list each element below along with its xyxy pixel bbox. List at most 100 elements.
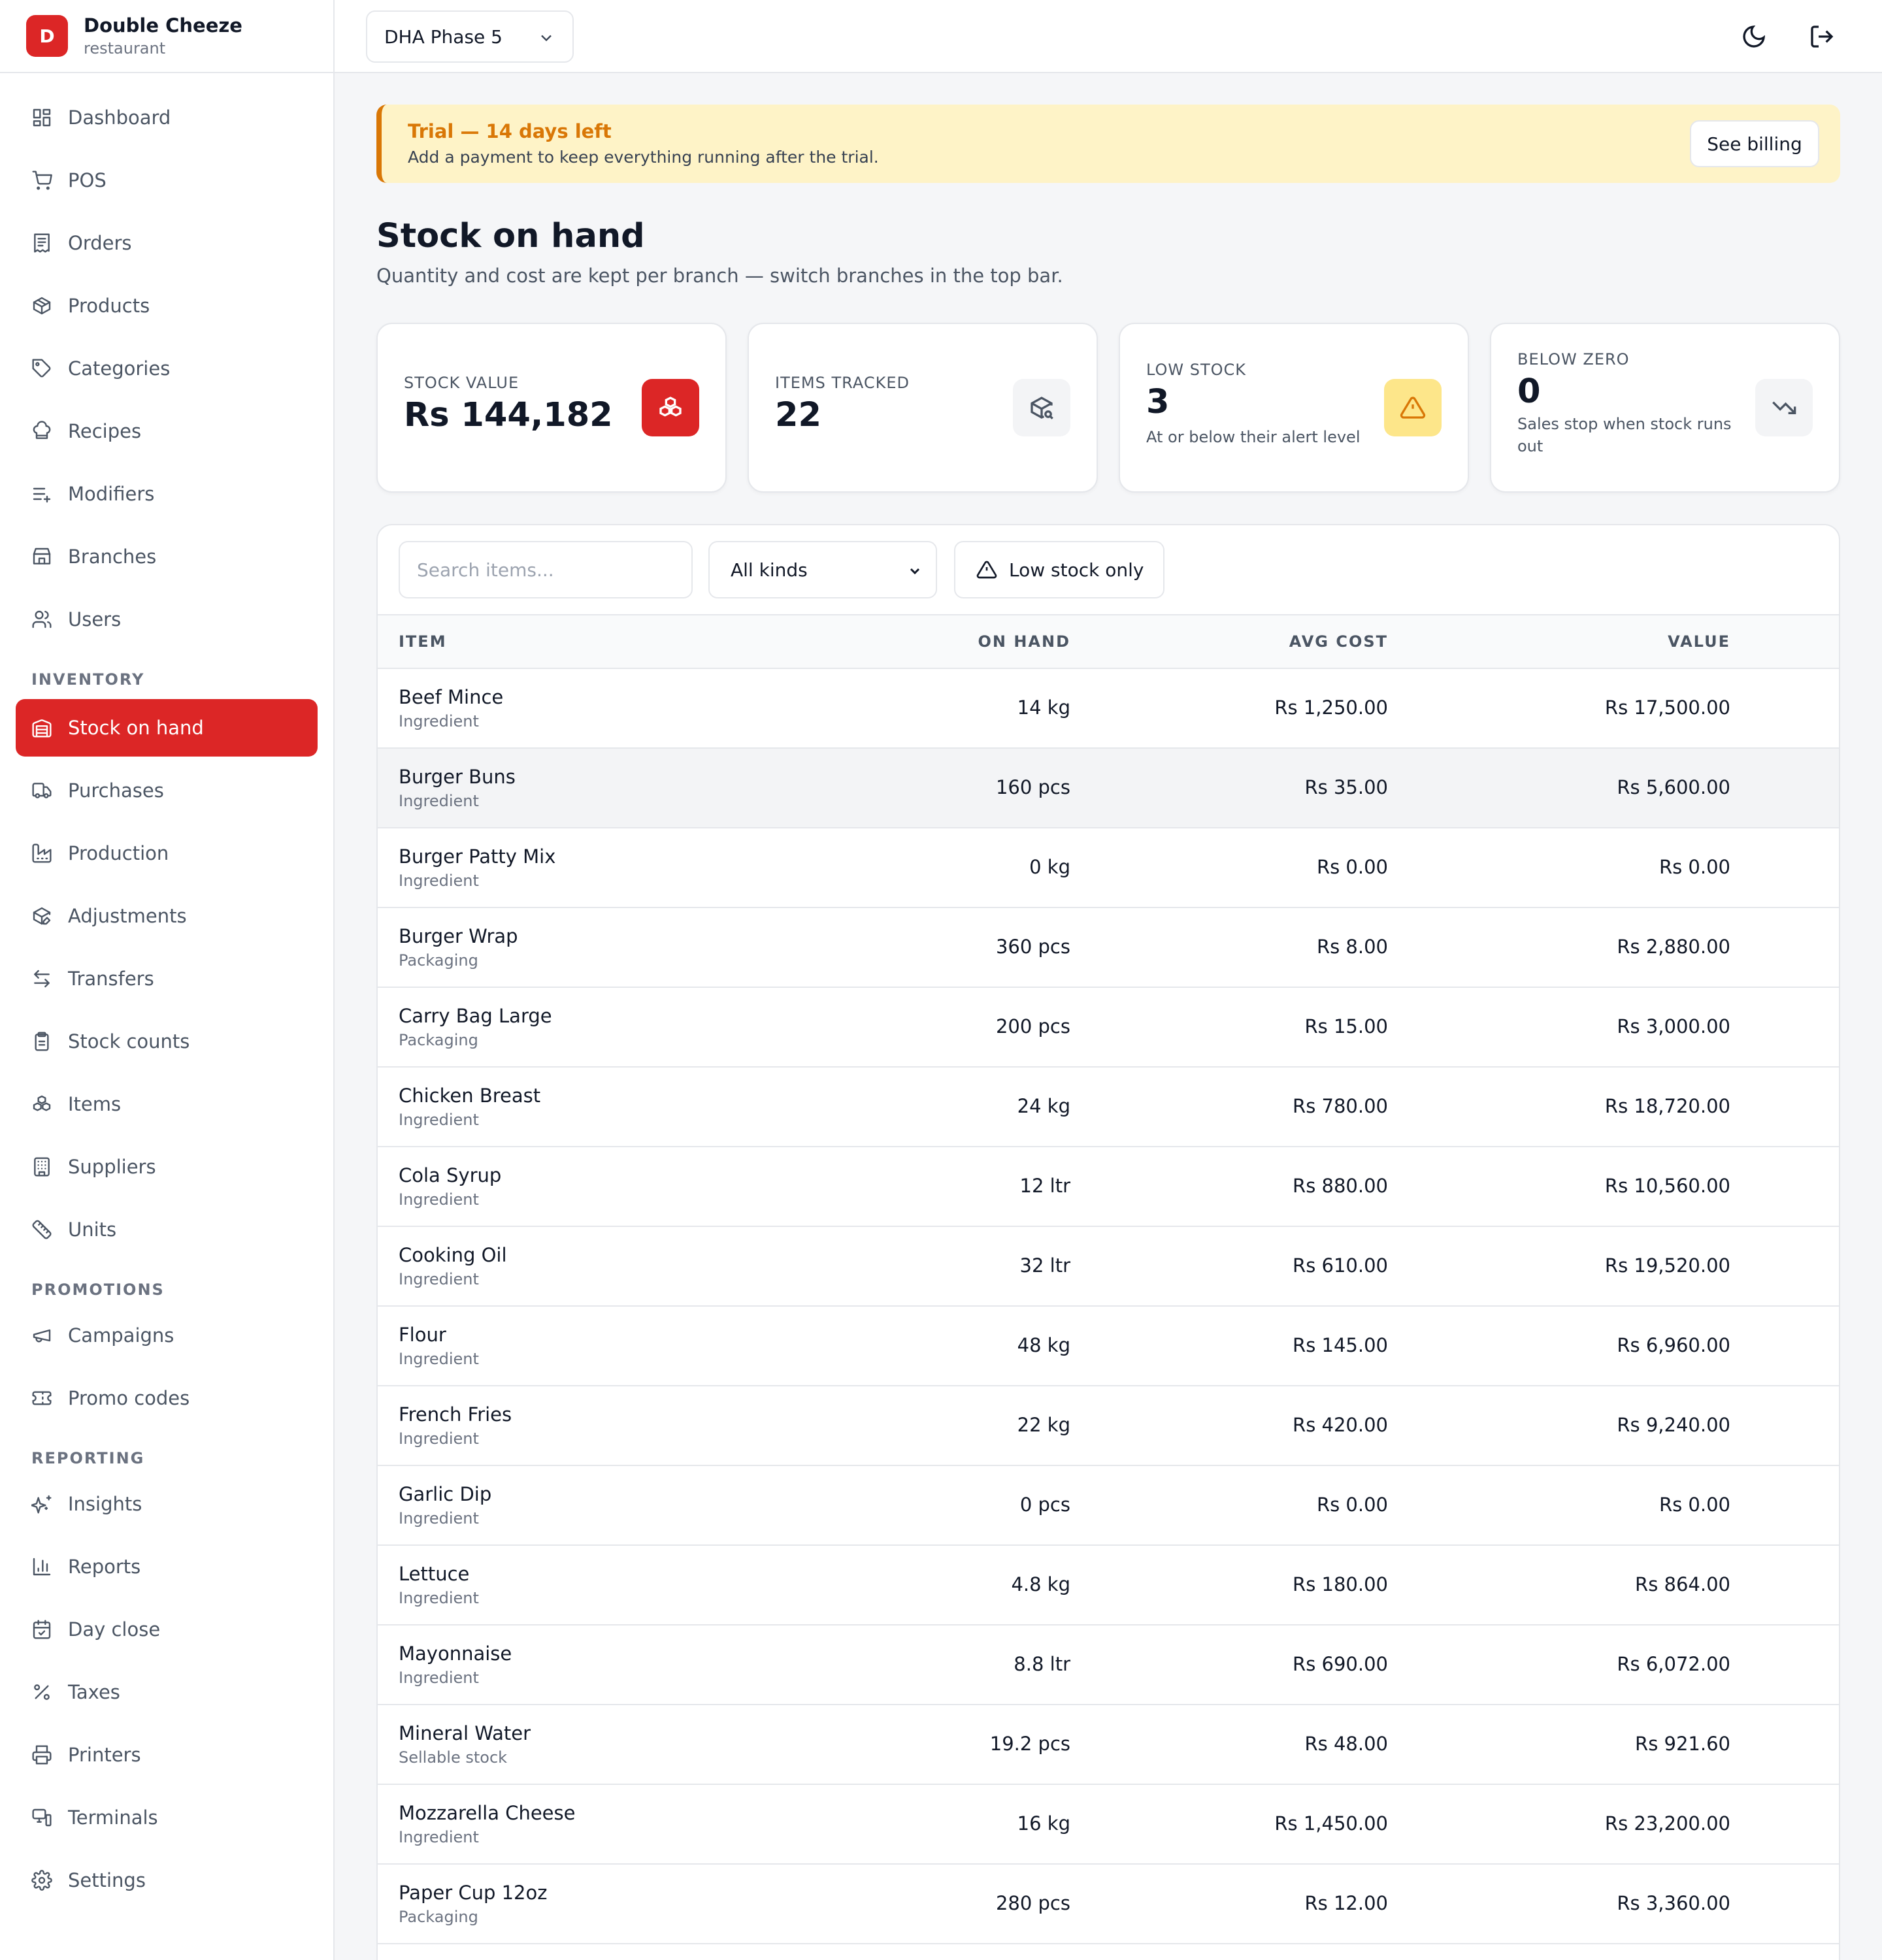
on-hand-cell: 8.8 ltr xyxy=(1014,1653,1070,1675)
table-row[interactable]: Burger Wrap Packaging 360 pcs Rs 8.00 Rs 2,8… xyxy=(378,908,1839,988)
header-avg-cost[interactable]: AVG COST xyxy=(1289,632,1388,651)
table-body: Beef Mince Ingredient 14 kg Rs 1,250.00 Rs 1… xyxy=(378,669,1839,1944)
stat-label: LOW STOCK xyxy=(1146,361,1247,379)
sidebar-item-items[interactable]: Items xyxy=(16,1075,318,1133)
value-cell: Rs 10,560.00 xyxy=(1604,1175,1730,1197)
item-name: Mayonnaise xyxy=(399,1642,512,1665)
table-row[interactable]: Mineral Water Sellable stock 19.2 pcs Rs 48… xyxy=(378,1705,1839,1785)
sidebar-item-insights[interactable]: Insights xyxy=(16,1475,318,1533)
table-row[interactable]: Burger Patty Mix Ingredient 0 kg Rs 0.00 Rs … xyxy=(378,828,1839,908)
item-name: Mozzarella Cheese xyxy=(399,1802,576,1824)
table-row[interactable]: Burger Buns Ingredient 160 pcs Rs 35.00 Rs 5… xyxy=(378,749,1839,828)
sidebar-item-transfers[interactable]: Transfers xyxy=(16,950,318,1007)
sidebar-item-settings[interactable]: Settings xyxy=(16,1852,318,1909)
sidebar-item-label: Settings xyxy=(68,1869,146,1891)
item-name: French Fries xyxy=(399,1403,512,1426)
sidebar-item-label: Terminals xyxy=(68,1806,158,1829)
avg-cost-cell: Rs 420.00 xyxy=(1293,1414,1388,1436)
sidebar-item-suppliers[interactable]: Suppliers xyxy=(16,1138,318,1196)
sidebar-item-branches[interactable]: Branches xyxy=(16,528,318,585)
table-row[interactable]: Paper Cup 12oz Packaging 280 pcs Rs 12.00 Rs… xyxy=(378,1865,1839,1944)
sidebar-item-printers[interactable]: Printers xyxy=(16,1726,318,1784)
item-kind: Ingredient xyxy=(399,1270,479,1288)
item-kind: Packaging xyxy=(399,1908,478,1926)
value-cell: Rs 0.00 xyxy=(1659,856,1730,878)
brand[interactable]: D Double Cheeze restaurant xyxy=(0,0,333,73)
avg-cost-cell: Rs 1,250.00 xyxy=(1274,696,1388,719)
avg-cost-cell: Rs 12.00 xyxy=(1304,1892,1389,1914)
table-row[interactable]: Flour Ingredient 48 kg Rs 145.00 Rs 6,960.00 xyxy=(378,1307,1839,1386)
sidebar-item-recipes[interactable]: Recipes xyxy=(16,402,318,460)
trending-down-icon xyxy=(1755,379,1813,436)
table-row[interactable]: Garlic Dip Ingredient 0 pcs Rs 0.00 Rs 0.00 xyxy=(378,1466,1839,1546)
header-item[interactable]: ITEM xyxy=(399,632,447,651)
gear-icon xyxy=(31,1870,52,1891)
header-on-hand[interactable]: ON HAND xyxy=(978,632,1070,651)
sidebar-item-campaigns[interactable]: Campaigns xyxy=(16,1307,318,1364)
sidebar-item-adjustments[interactable]: Adjustments xyxy=(16,887,318,945)
sidebar-item-categories[interactable]: Categories xyxy=(16,340,318,397)
table-row[interactable]: Chicken Breast Ingredient 24 kg Rs 780.00 Rs… xyxy=(378,1068,1839,1147)
table-row[interactable]: Lettuce Ingredient 4.8 kg Rs 180.00 Rs 864.0… xyxy=(378,1546,1839,1625)
sidebar-item-taxes[interactable]: Taxes xyxy=(16,1663,318,1721)
item-name: Burger Patty Mix xyxy=(399,845,556,868)
trial-text: Add a payment to keep everything running… xyxy=(408,148,879,167)
item-name: Flour xyxy=(399,1324,446,1346)
factory-icon xyxy=(31,843,52,864)
item-kind: Ingredient xyxy=(399,1509,479,1527)
item-kind: Ingredient xyxy=(399,712,479,730)
sidebar-item-units[interactable]: Units xyxy=(16,1201,318,1258)
search-input[interactable] xyxy=(399,541,693,598)
sidebar-item-modifiers[interactable]: Modifiers xyxy=(16,465,318,523)
sidebar-item-production[interactable]: Production xyxy=(16,825,318,882)
item-name: Chicken Breast xyxy=(399,1085,541,1107)
sidebar-item-reports[interactable]: Reports xyxy=(16,1538,318,1595)
sidebar-item-day-close[interactable]: Day close xyxy=(16,1601,318,1658)
kind-select[interactable]: All kinds xyxy=(708,541,937,598)
table-row[interactable]: Carry Bag Large Packaging 200 pcs Rs 15.00 R… xyxy=(378,988,1839,1068)
clipboard-icon xyxy=(31,1031,52,1052)
sidebar-item-label: Transfers xyxy=(68,968,154,990)
value-cell: Rs 23,200.00 xyxy=(1604,1812,1730,1835)
monitor-icon xyxy=(31,1807,52,1828)
sidebar-item-terminals[interactable]: Terminals xyxy=(16,1789,318,1846)
sidebar-item-promo-codes[interactable]: Promo codes xyxy=(16,1369,318,1427)
megaphone-icon xyxy=(31,1325,52,1346)
see-billing-button[interactable]: See billing xyxy=(1690,120,1819,167)
sidebar-item-users[interactable]: Users xyxy=(16,591,318,648)
sidebar-item-pos[interactable]: POS xyxy=(16,152,318,209)
sidebar-item-dashboard[interactable]: Dashboard xyxy=(16,89,318,146)
sidebar-item-label: Suppliers xyxy=(68,1156,156,1178)
moon-icon[interactable] xyxy=(1741,24,1767,50)
sidebar-item-label: Day close xyxy=(68,1618,161,1641)
low-stock-only-button[interactable]: Low stock only xyxy=(954,541,1164,598)
table-row[interactable]: Mozzarella Cheese Ingredient 16 kg Rs 1,450… xyxy=(378,1785,1839,1865)
sidebar-item-label: Dashboard xyxy=(68,106,171,129)
avg-cost-cell: Rs 1,450.00 xyxy=(1274,1812,1388,1835)
sidebar-item-purchases[interactable]: Purchases xyxy=(16,762,318,819)
sidebar-item-label: Products xyxy=(68,295,150,317)
avg-cost-cell: Rs 610.00 xyxy=(1293,1254,1388,1277)
value-cell: Rs 2,880.00 xyxy=(1617,936,1730,958)
sidebar-item-stock-on-hand[interactable]: Stock on hand xyxy=(16,699,318,757)
sidebar: D Double Cheeze restaurant Dashboard POS O… xyxy=(0,0,335,1960)
table-row[interactable]: French Fries Ingredient 22 kg Rs 420.00 Rs 9… xyxy=(378,1386,1839,1466)
on-hand-cell: 32 ltr xyxy=(1019,1254,1070,1277)
table-row[interactable]: Cooking Oil Ingredient 32 ltr Rs 610.00 Rs 1… xyxy=(378,1227,1839,1307)
arrows-swap-icon xyxy=(31,968,52,989)
table-row[interactable]: Beef Mince Ingredient 14 kg Rs 1,250.00 Rs 1… xyxy=(378,669,1839,749)
sidebar-item-products[interactable]: Products xyxy=(16,277,318,335)
logout-icon[interactable] xyxy=(1809,24,1835,50)
branch-select[interactable]: DHA Phase 5 xyxy=(366,10,574,63)
header-value[interactable]: VALUE xyxy=(1668,632,1730,651)
table-row[interactable]: Cola Syrup Ingredient 12 ltr Rs 880.00 Rs 10… xyxy=(378,1147,1839,1227)
brand-subtitle: restaurant xyxy=(84,39,166,57)
sidebar-item-orders[interactable]: Orders xyxy=(16,214,318,272)
item-kind: Ingredient xyxy=(399,1828,479,1846)
stat-below-zero: BELOW ZERO 0 Sales stop when stock runs … xyxy=(1490,323,1840,493)
sidebar-item-stock-counts[interactable]: Stock counts xyxy=(16,1013,318,1070)
sidebar-item-label: Campaigns xyxy=(68,1324,174,1347)
table-row[interactable]: Mayonnaise Ingredient 8.8 ltr Rs 690.00 Rs 6… xyxy=(378,1625,1839,1705)
item-name: Cola Syrup xyxy=(399,1164,502,1186)
avg-cost-cell: Rs 780.00 xyxy=(1293,1095,1388,1117)
